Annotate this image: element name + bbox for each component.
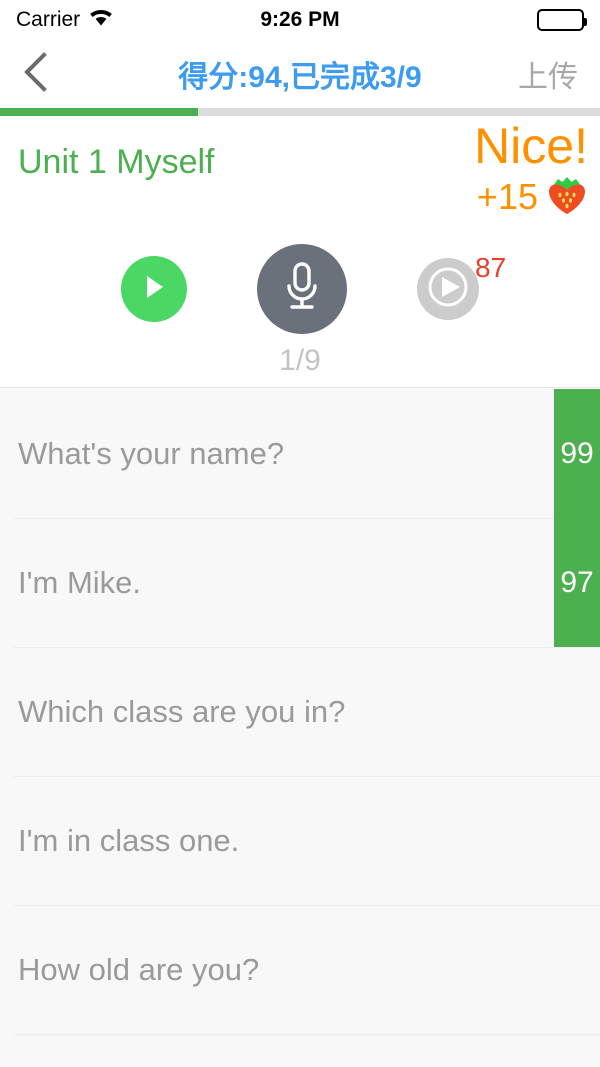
sentence-list[interactable]: What's your name? 99 I'm Mike. 97 Which clas… [0, 389, 600, 1067]
sentence-text: How old are you? [18, 951, 260, 987]
record-button[interactable] [257, 244, 347, 334]
practice-controls: 87 [0, 244, 600, 334]
lesson-progress-bar [0, 108, 600, 116]
row-divider [14, 518, 600, 519]
sentence-row[interactable]: I'm in class one. [0, 776, 600, 905]
sentence-text: I'm in class one. [18, 822, 240, 858]
reward-points-row: +15 [474, 175, 588, 219]
battery-full-icon [537, 9, 587, 31]
status-bar-right [537, 9, 587, 31]
sentence-text: What's your name? [18, 435, 285, 471]
microphone-icon [279, 260, 325, 319]
row-divider [14, 1034, 600, 1035]
chevron-left-icon [22, 51, 48, 98]
sentence-row[interactable]: How old are you? [0, 905, 600, 1034]
sentence-score-badge: 97 [554, 518, 600, 647]
page-title: 得分:94,已完成3/9 [178, 61, 422, 94]
row-divider [14, 776, 600, 777]
sentence-row[interactable]: Which class are you in? [0, 647, 600, 776]
sentence-row[interactable]: I'm Mike. 97 [0, 518, 600, 647]
play-circle-icon [423, 262, 473, 317]
recording-score: 87 [475, 252, 507, 283]
play-model-control [121, 256, 187, 322]
reward-badge: Nice! +15 [474, 120, 588, 219]
row-divider [14, 905, 600, 906]
reward-word: Nice! [474, 118, 588, 174]
sentence-score-badge: 99 [554, 389, 600, 518]
status-bar-left: Carrier [16, 8, 114, 32]
wifi-icon [88, 8, 114, 32]
sentence-row[interactable]: What's your name? 99 [0, 389, 600, 518]
sentence-counter: 1/9 [279, 344, 321, 377]
play-recording-control: 87 [417, 252, 506, 320]
play-icon [142, 273, 166, 306]
row-divider [14, 647, 600, 648]
strawberry-icon [546, 175, 588, 219]
app-screen: Carrier 9:26 PM 得分:94,已完成3/9 上传 Unit 1 M… [0, 0, 600, 1067]
navigation-bar: 得分:94,已完成3/9 上传 [0, 40, 600, 108]
lesson-progress-fill [0, 108, 198, 116]
play-recording-button[interactable] [417, 258, 479, 320]
record-control [257, 244, 347, 334]
sentence-row[interactable]: I'm nine years old. [0, 1034, 600, 1067]
back-button[interactable] [22, 48, 66, 100]
play-model-button[interactable] [121, 256, 187, 322]
reward-points: +15 [476, 175, 538, 217]
carrier-label: Carrier [16, 8, 81, 31]
sentence-text: I'm Mike. [18, 564, 142, 600]
unit-title: Unit 1 Myself [18, 143, 215, 181]
lesson-panel: Unit 1 Myself Nice! +15 87 1/9 [0, 116, 600, 388]
sentence-text: Which class are you in? [18, 693, 346, 729]
status-bar: Carrier 9:26 PM [0, 0, 600, 40]
upload-button[interactable]: 上传 [518, 52, 578, 96]
